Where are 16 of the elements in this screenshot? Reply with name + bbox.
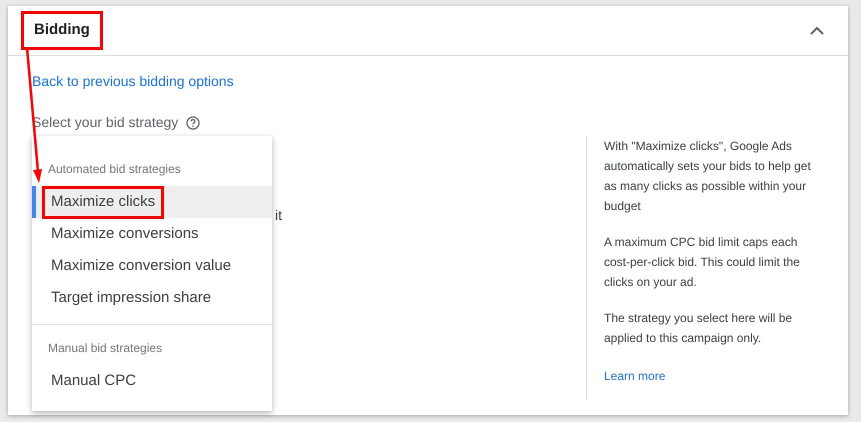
collapse-chevron-icon[interactable] <box>810 26 824 36</box>
menu-item[interactable]: Target impression share <box>32 282 272 314</box>
covered-text: it <box>275 206 282 225</box>
help-icon[interactable] <box>186 116 200 130</box>
menu-item[interactable]: Maximize conversions <box>32 218 272 250</box>
help-paragraph: With "Maximize clicks", Google Ads automatically sets your bids to help get as many clicks as possible within your budget <box>604 138 812 215</box>
menu-group-heading: Manual bid strategies <box>47 340 164 357</box>
menu-group-heading: Automated bid strategies <box>47 161 182 178</box>
help-paragraph: The strategy you select here will be applied to this campaign only. <box>604 310 794 347</box>
help-paragraph: A maximum CPC bid limit caps each cost-per-click bid. This could limit the clicks on your ad. <box>604 234 801 291</box>
menu-item[interactable]: Maximize clicks <box>32 186 272 218</box>
back-link[interactable]: Back to previous bidding options <box>32 71 234 92</box>
menu-item[interactable]: Manual CPC <box>32 365 272 397</box>
learn-more-link[interactable]: Learn more <box>604 369 666 383</box>
panel-title: Bidding <box>21 11 103 50</box>
menu-item[interactable]: Maximize conversion value <box>32 250 272 282</box>
